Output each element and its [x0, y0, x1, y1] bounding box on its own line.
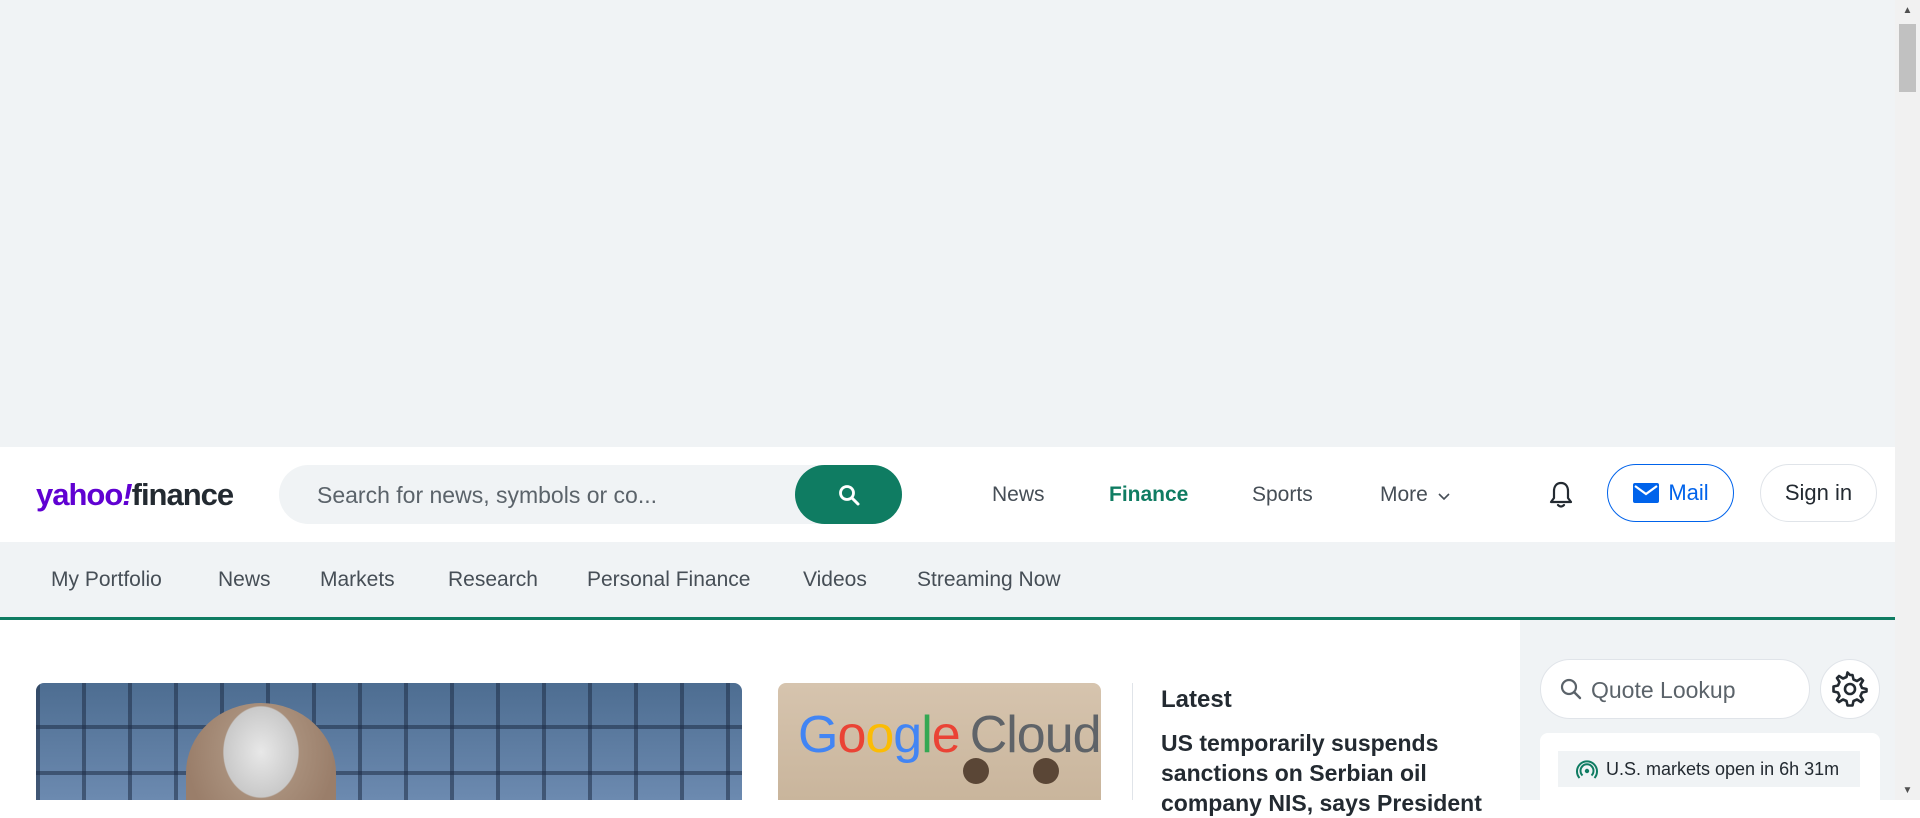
scrollbar-thumb[interactable]	[1899, 24, 1916, 92]
hero-story-image[interactable]	[36, 683, 742, 800]
right-rail: U.S. markets open in 6h 31m	[1520, 620, 1895, 813]
yahoo-finance-logo[interactable]: yahoo! finance	[36, 477, 235, 513]
market-status-card: U.S. markets open in 6h 31m	[1540, 733, 1880, 813]
top-nav-finance[interactable]: Finance	[1109, 483, 1188, 507]
settings-button[interactable]	[1820, 659, 1880, 719]
latest-divider	[1132, 683, 1133, 800]
scroll-down-arrow-icon[interactable]: ▼	[1895, 780, 1920, 800]
mail-button[interactable]: Mail	[1607, 464, 1734, 522]
notifications-button[interactable]	[1547, 480, 1575, 510]
market-status-text: U.S. markets open in 6h 31m	[1606, 758, 1840, 779]
logo-bang-text: !	[122, 477, 132, 512]
market-status-banner: U.S. markets open in 6h 31m	[1558, 751, 1860, 787]
subnav-news[interactable]: News	[218, 568, 271, 592]
secondary-image-people	[953, 758, 1063, 800]
top-nav-more[interactable]: More	[1380, 483, 1450, 507]
google-cloud-logo: Google Cloud	[798, 706, 1101, 764]
page-scrollbar[interactable]: ▲ ▼	[1895, 0, 1920, 800]
market-signal-icon	[1576, 760, 1598, 779]
search-input[interactable]	[315, 465, 789, 526]
top-nav-sports[interactable]: Sports	[1252, 483, 1313, 507]
logo-finance-text: finance	[131, 477, 235, 512]
subnav-personal-finance[interactable]: Personal Finance	[587, 568, 750, 592]
subnav-markets[interactable]: Markets	[320, 568, 395, 592]
site-header: yahoo!finance News Finance Sports More	[0, 447, 1895, 542]
latest-section-title: Latest	[1161, 686, 1232, 713]
secondary-story-image[interactable]: Google Cloud	[778, 683, 1101, 800]
subnav-research[interactable]: Research	[448, 568, 538, 592]
ad-area	[0, 0, 1895, 447]
hero-image-window-grid	[36, 683, 742, 800]
search-bar	[279, 465, 902, 526]
quote-lookup-field	[1540, 659, 1810, 720]
subnav-my-portfolio[interactable]: My Portfolio	[51, 568, 162, 592]
subnav-streaming-now[interactable]: Streaming Now	[917, 568, 1061, 592]
mail-icon	[1633, 483, 1660, 503]
subnav-videos[interactable]: Videos	[803, 568, 867, 592]
top-nav-more-label: More	[1380, 483, 1428, 506]
mail-label: Mail	[1668, 480, 1709, 505]
quote-lookup-input[interactable]	[1589, 660, 1803, 720]
top-nav-news[interactable]: News	[992, 483, 1045, 507]
gear-icon	[1832, 671, 1868, 707]
search-icon	[838, 484, 859, 505]
sub-nav: My Portfolio News Markets Research Perso…	[0, 542, 1895, 620]
bell-icon	[1549, 481, 1573, 508]
chevron-down-icon	[1438, 493, 1450, 501]
sign-in-label: Sign in	[1784, 480, 1853, 505]
search-button[interactable]	[795, 465, 902, 524]
logo-yahoo-text: yahoo	[36, 477, 123, 512]
sign-in-button[interactable]: Sign in	[1760, 464, 1877, 522]
search-icon	[1560, 678, 1582, 700]
latest-headline-link[interactable]: US temporarily suspends sanctions on Ser…	[1161, 728, 1501, 818]
scroll-up-arrow-icon[interactable]: ▲	[1895, 0, 1920, 20]
